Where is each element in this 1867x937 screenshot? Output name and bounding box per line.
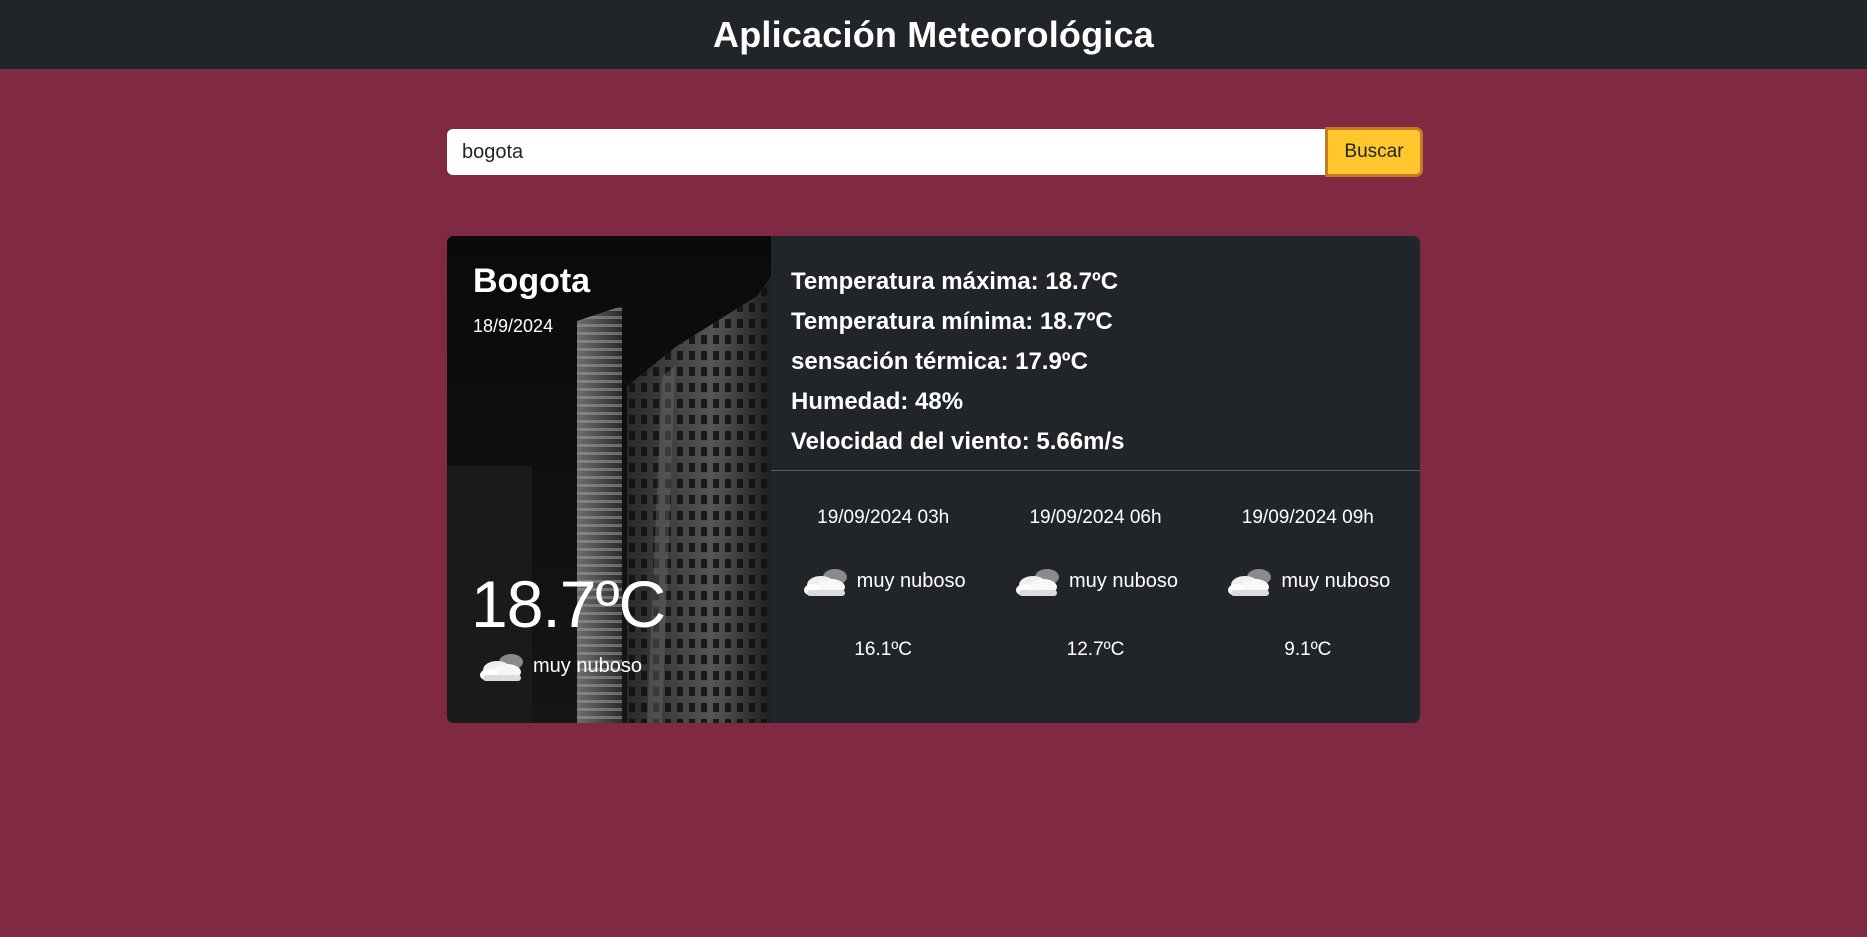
forecast-item: 19/09/2024 06h muy nuboso 12.7ºC bbox=[989, 471, 1201, 723]
forecast-condition: muy nuboso bbox=[801, 563, 966, 599]
forecast-condition-label: muy nuboso bbox=[1281, 569, 1391, 592]
cloud-icon bbox=[803, 569, 847, 596]
current-date: 18/9/2024 bbox=[473, 316, 554, 336]
current-weather-panel: Bogota 18/9/2024 18.7ºC muy nuboso bbox=[447, 236, 771, 723]
current-condition-label: muy nuboso bbox=[533, 654, 642, 677]
forecast-temperature: 16.1ºC bbox=[854, 639, 912, 660]
wind-speed: Velocidad del viento: 5.66m/s bbox=[791, 428, 1125, 455]
forecast-item: 19/09/2024 09h muy nuboso 9.1ºC bbox=[1202, 471, 1414, 723]
forecast-condition-label: muy nuboso bbox=[856, 569, 966, 592]
forecast-datetime: 19/09/2024 06h bbox=[1029, 507, 1162, 528]
forecast-datetime: 19/09/2024 09h bbox=[1241, 507, 1374, 528]
forecast-list: 19/09/2024 03h muy nuboso 16.1ºC 19/09/2… bbox=[771, 471, 1420, 723]
current-condition: muy nuboso bbox=[477, 648, 642, 684]
forecast-temperature: 9.1ºC bbox=[1284, 639, 1332, 660]
humidity: Humedad: 48% bbox=[791, 388, 964, 415]
city-search-input[interactable] bbox=[447, 129, 1325, 175]
max-temperature: Temperatura máxima: 18.7ºC bbox=[791, 268, 1119, 295]
weather-details-list: Temperatura máxima: 18.7ºC Temperatura m… bbox=[771, 236, 1420, 471]
search-button[interactable]: Buscar bbox=[1325, 127, 1423, 177]
min-temperature: Temperatura mínima: 18.7ºC bbox=[791, 308, 1113, 335]
forecast-datetime: 19/09/2024 03h bbox=[817, 507, 950, 528]
search-form: Buscar bbox=[447, 127, 1423, 177]
city-name: Bogota bbox=[473, 262, 591, 300]
forecast-condition: muy nuboso bbox=[1225, 563, 1390, 599]
cloud-icon bbox=[480, 654, 523, 681]
forecast-temperature: 12.7ºC bbox=[1066, 639, 1125, 660]
forecast-item: 19/09/2024 03h muy nuboso 16.1ºC bbox=[777, 471, 989, 723]
feels-like-temperature: sensación térmica: 17.9ºC bbox=[791, 348, 1088, 375]
forecast-condition-label: muy nuboso bbox=[1069, 569, 1178, 592]
forecast-condition: muy nuboso bbox=[1013, 563, 1178, 599]
current-temperature: 18.7ºC bbox=[471, 567, 666, 641]
cloud-icon bbox=[1016, 569, 1059, 596]
cloud-icon bbox=[1228, 569, 1272, 596]
navbar: Aplicación Meteorológica bbox=[0, 0, 1867, 69]
app-title: Aplicación Meteorológica bbox=[713, 13, 1154, 55]
weather-card: Bogota 18/9/2024 18.7ºC muy nuboso Tempe… bbox=[447, 236, 1420, 723]
weather-details-panel: Temperatura máxima: 18.7ºC Temperatura m… bbox=[771, 236, 1420, 723]
